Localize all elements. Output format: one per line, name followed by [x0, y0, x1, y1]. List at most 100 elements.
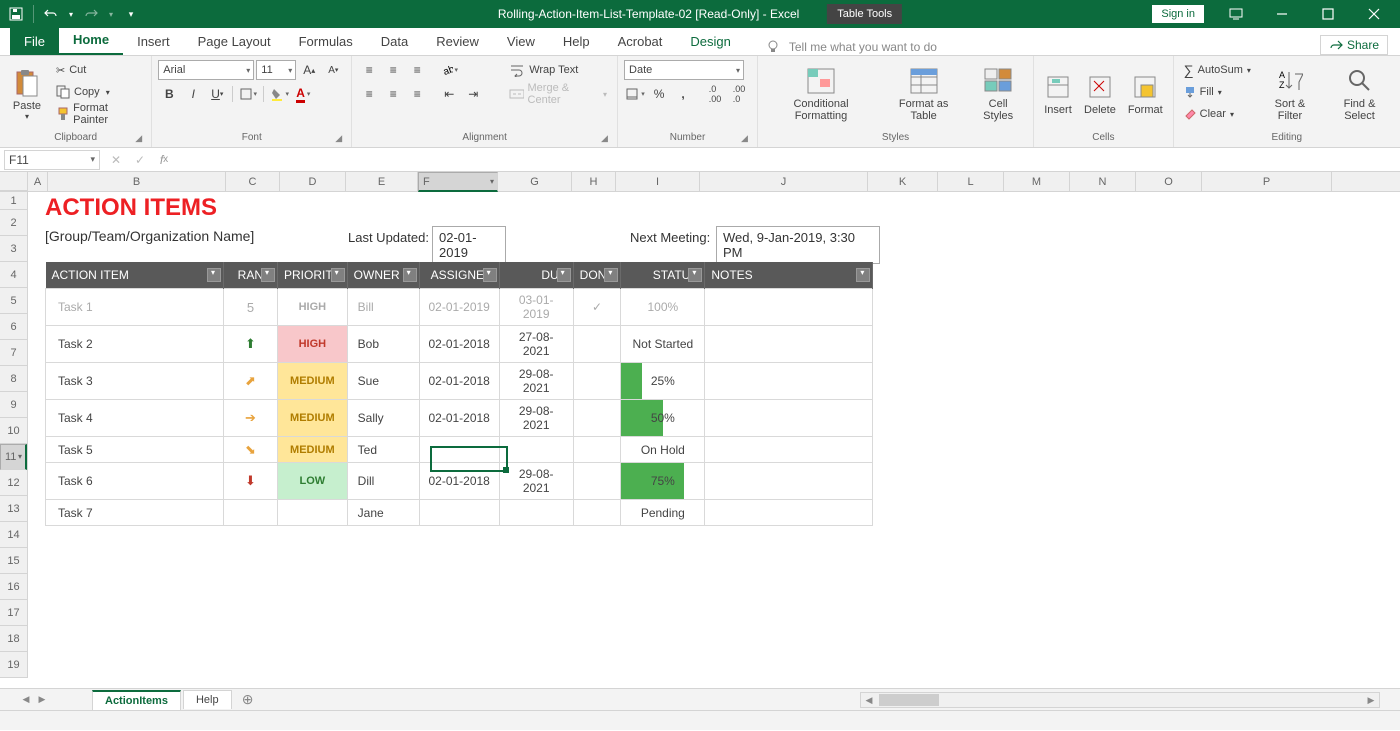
italic-button[interactable]: I [182, 84, 204, 104]
row-header-2[interactable]: 2 [0, 210, 27, 236]
increase-indent-icon[interactable]: ⇥ [462, 84, 484, 104]
decrease-indent-icon[interactable]: ⇤ [438, 84, 460, 104]
filter-button[interactable] [261, 268, 275, 282]
align-right-icon[interactable]: ≡ [406, 84, 428, 104]
qat-customize-icon[interactable]: ▾ [119, 3, 143, 25]
col-header-C[interactable]: C [226, 172, 280, 191]
underline-button[interactable]: U▾ [206, 84, 228, 104]
merge-center-button[interactable]: Merge & Center▾ [505, 84, 611, 104]
insert-function-icon[interactable]: fx [152, 150, 176, 170]
worksheet-grid[interactable]: ABCDEFGHIJKLMNOP 12345678910111213141516… [0, 172, 1400, 688]
clear-button[interactable]: Clear▾ [1180, 104, 1255, 124]
find-select-button[interactable]: Find & Select [1325, 60, 1394, 126]
maximize-icon[interactable] [1306, 0, 1350, 28]
table-row[interactable]: Task 6⬇LOWDill02-01-201829-08-202175% [46, 463, 873, 500]
font-launcher-icon[interactable]: ◢ [335, 133, 347, 145]
cell-styles-button[interactable]: Cell Styles [969, 60, 1027, 126]
row-header-17[interactable]: 17 [0, 600, 27, 626]
tell-me-search[interactable]: Tell me what you want to do [765, 39, 937, 55]
scroll-right-icon[interactable]: ▶ [1363, 695, 1379, 706]
row-header-6[interactable]: 6 [0, 314, 27, 340]
increase-font-icon[interactable]: A▴ [298, 60, 320, 80]
row-header-13[interactable]: 13 [0, 496, 27, 522]
table-row[interactable]: Task 3⬈MEDIUMSue02-01-201829-08-202125% [46, 363, 873, 400]
tab-data[interactable]: Data [367, 28, 422, 55]
tab-acrobat[interactable]: Acrobat [604, 28, 677, 55]
percent-format-icon[interactable]: % [648, 84, 670, 104]
filter-button[interactable] [856, 268, 870, 282]
number-format-select[interactable]: Date [624, 60, 744, 80]
increase-decimal-icon[interactable]: .0.00 [704, 84, 726, 104]
sort-filter-button[interactable]: AZSort & Filter [1259, 60, 1321, 126]
redo-icon[interactable] [79, 3, 103, 25]
table-row[interactable]: Task 7JanePending [46, 500, 873, 526]
row-header-12[interactable]: 12 [0, 470, 27, 496]
table-row[interactable]: Task 5⬊MEDIUMTedOn Hold [46, 437, 873, 463]
filter-button[interactable] [557, 268, 571, 282]
enter-formula-icon[interactable]: ✓ [128, 150, 152, 170]
sign-in-button[interactable]: Sign in [1152, 5, 1204, 23]
filter-button[interactable] [688, 268, 702, 282]
cancel-formula-icon[interactable]: ✕ [104, 150, 128, 170]
align-left-icon[interactable]: ≡ [358, 84, 380, 104]
col-header-I[interactable]: I [616, 172, 700, 191]
sheet-nav-first-icon[interactable]: ◀ [18, 692, 34, 708]
row-header-19[interactable]: 19 [0, 652, 27, 678]
undo-icon[interactable] [39, 3, 63, 25]
col-header-N[interactable]: N [1070, 172, 1136, 191]
share-button[interactable]: Share [1320, 35, 1388, 55]
sheet-tab-actionitems[interactable]: ActionItems [92, 690, 181, 710]
border-button[interactable] [237, 84, 259, 104]
row-header-16[interactable]: 16 [0, 574, 27, 600]
align-top-icon[interactable]: ≡ [358, 60, 380, 80]
row-header-5[interactable]: 5 [0, 288, 27, 314]
filter-button[interactable] [331, 268, 345, 282]
col-header-D[interactable]: D [280, 172, 346, 191]
row-header-14[interactable]: 14 [0, 522, 27, 548]
filter-button[interactable] [604, 268, 618, 282]
col-header-L[interactable]: L [938, 172, 1004, 191]
col-header-B[interactable]: B [48, 172, 226, 191]
align-bottom-icon[interactable]: ≡ [406, 60, 428, 80]
col-header-H[interactable]: H [572, 172, 616, 191]
next-meeting-value[interactable]: Wed, 9-Jan-2019, 3:30 PM [716, 226, 880, 264]
col-header-M[interactable]: M [1004, 172, 1070, 191]
row-header-11[interactable]: 11 [0, 444, 27, 470]
col-header-P[interactable]: P [1202, 172, 1332, 191]
formula-input[interactable] [176, 150, 1400, 170]
cut-button[interactable]: ✂Cut [52, 60, 145, 80]
tab-formulas[interactable]: Formulas [285, 28, 367, 55]
table-row[interactable]: Task 15HIGHBill02-01-201903-01-2019✓100% [46, 289, 873, 326]
scroll-thumb[interactable] [879, 694, 939, 706]
col-header-F[interactable]: F [418, 172, 498, 192]
tab-file[interactable]: File [10, 28, 59, 55]
bold-button[interactable]: B [158, 84, 180, 104]
tab-page-layout[interactable]: Page Layout [184, 28, 285, 55]
tab-review[interactable]: Review [422, 28, 493, 55]
paste-button[interactable]: Paste ▾ [6, 60, 48, 126]
format-painter-button[interactable]: Format Painter [52, 104, 145, 124]
last-updated-value[interactable]: 02-01-2019 [432, 226, 506, 264]
undo-dropdown-icon[interactable]: ▾ [65, 3, 77, 25]
decrease-decimal-icon[interactable]: .00.0 [728, 84, 750, 104]
wrap-text-button[interactable]: Wrap Text [505, 60, 611, 80]
align-middle-icon[interactable]: ≡ [382, 60, 404, 80]
tab-design[interactable]: Design [676, 28, 744, 55]
format-cells-button[interactable]: Format [1124, 60, 1167, 126]
row-header-3[interactable]: 3 [0, 236, 27, 262]
format-as-table-button[interactable]: Format as Table [882, 60, 965, 126]
filter-button[interactable] [483, 268, 497, 282]
delete-cells-button[interactable]: Delete [1080, 60, 1120, 126]
filter-button[interactable] [403, 268, 417, 282]
sheet-tab-help[interactable]: Help [183, 690, 232, 709]
decrease-font-icon[interactable]: A▾ [322, 60, 344, 80]
minimize-icon[interactable] [1260, 0, 1304, 28]
insert-cells-button[interactable]: Insert [1040, 60, 1076, 126]
ribbon-options-icon[interactable] [1214, 0, 1258, 28]
col-header-A[interactable]: A [28, 172, 48, 191]
col-header-K[interactable]: K [868, 172, 938, 191]
col-header-G[interactable]: G [498, 172, 572, 191]
row-header-9[interactable]: 9 [0, 392, 27, 418]
col-header-J[interactable]: J [700, 172, 868, 191]
scroll-left-icon[interactable]: ◀ [861, 695, 877, 706]
